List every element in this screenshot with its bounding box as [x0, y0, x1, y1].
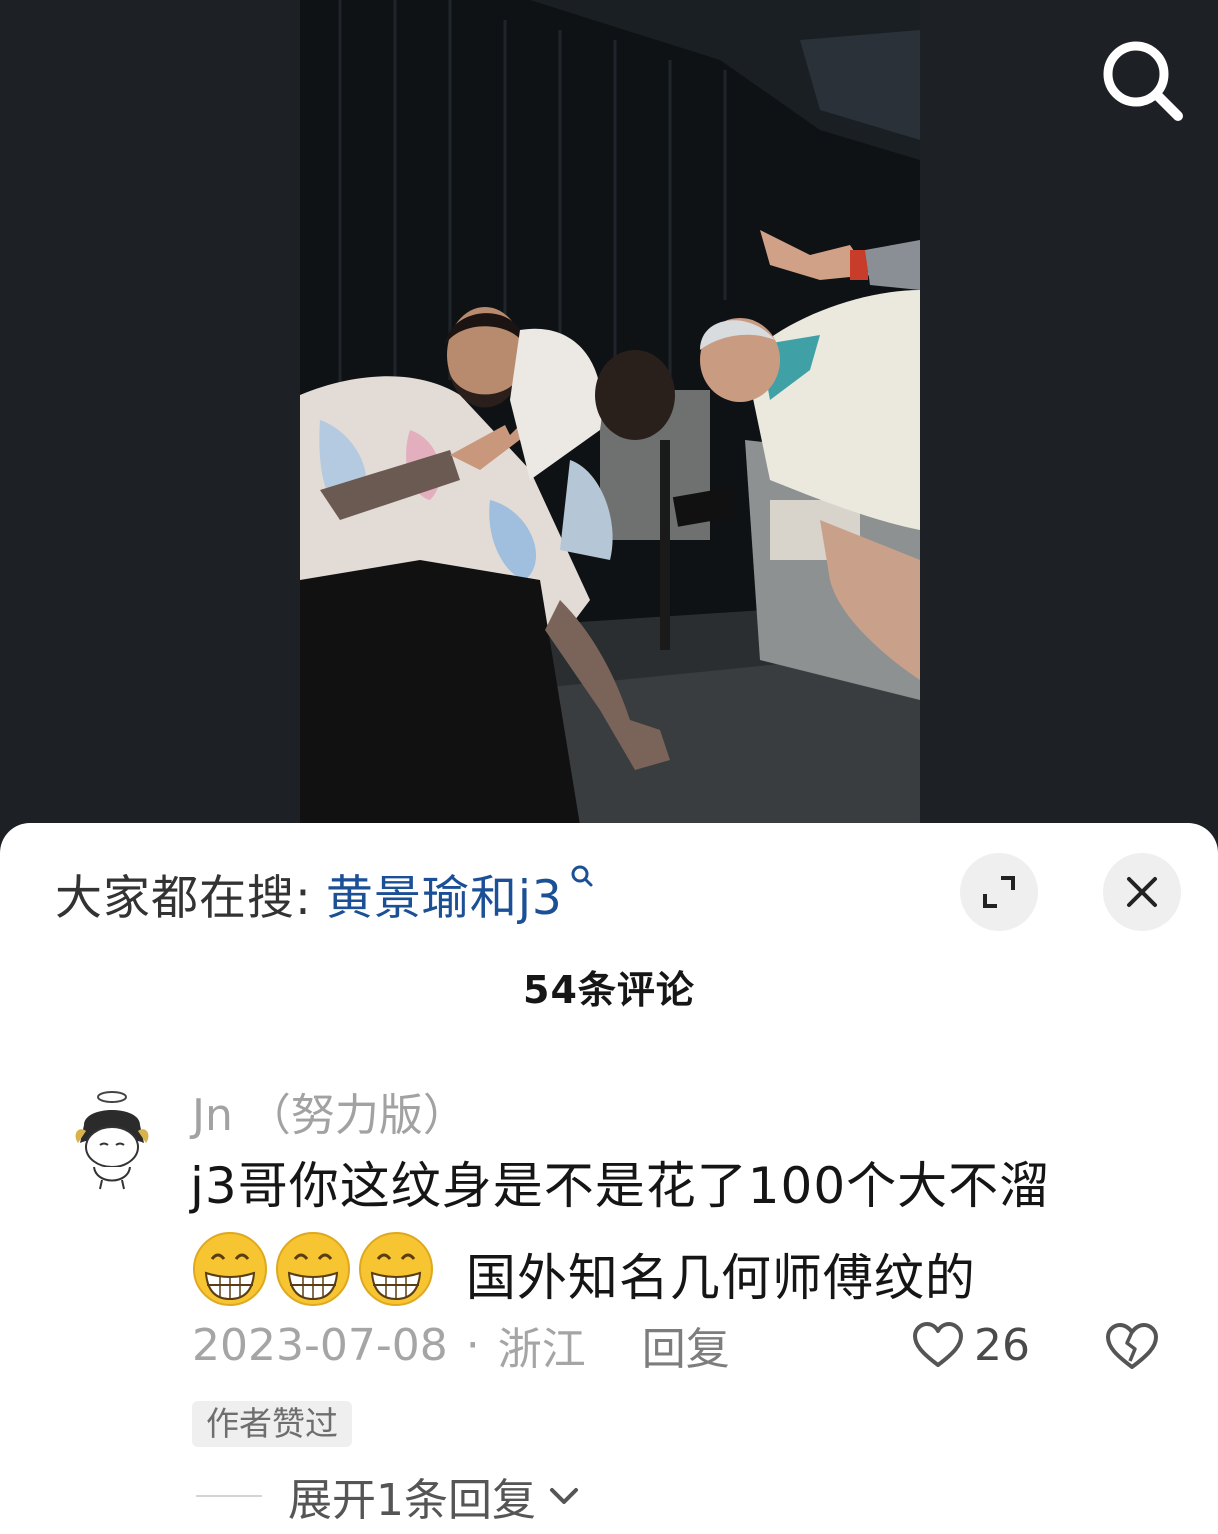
dislike-button[interactable]: [1104, 1321, 1160, 1373]
comment-text-line-1: j3哥你这纹身是不是花了100个大不溜: [190, 1157, 1051, 1215]
grinning-face-emoji: [359, 1232, 433, 1306]
app-screen: 大家都在搜: 黄景瑜和j3 54条评论 Jn （努力版） j3哥你这纹身是不是花…: [0, 0, 1218, 1534]
expand-button[interactable]: [960, 853, 1038, 931]
search-icon: [1103, 41, 1183, 121]
search-button[interactable]: [1098, 36, 1188, 126]
broken-heart-icon: [1106, 1323, 1158, 1369]
heart-outline-icon: [913, 1322, 963, 1367]
expand-replies-button[interactable]: 展开1条回复: [196, 1468, 582, 1526]
expand-replies-label: 展开1条回复: [288, 1475, 536, 1526]
close-button[interactable]: [1103, 853, 1181, 931]
like-button[interactable]: 26: [912, 1317, 1030, 1373]
like-count: 26: [974, 1319, 1030, 1371]
grinning-face-emoji: [276, 1232, 350, 1306]
trending-label: 大家都在搜:: [55, 870, 312, 926]
comment-location: 浙江: [497, 1324, 586, 1375]
comments-sheet: 大家都在搜: 黄景瑜和j3 54条评论 Jn （努力版） j3哥你这纹身是不是花…: [0, 823, 1218, 1534]
video-area[interactable]: [0, 0, 1218, 860]
comment-meta: 2023-07-08 · 浙江 回复: [192, 1317, 730, 1376]
comment-text-line-2: 国外知名几何师傅纹的: [190, 1229, 1150, 1321]
divider-line: [196, 1495, 262, 1497]
expand-icon: [983, 876, 1015, 908]
comment-username[interactable]: Jn （努力版）: [192, 1079, 467, 1143]
meta-separator: ·: [465, 1319, 480, 1371]
trending-query-link[interactable]: 黄景瑜和j3: [326, 859, 595, 928]
post-photo: [300, 0, 920, 825]
search-small-icon: [571, 865, 593, 886]
trending-query-text: 黄景瑜和j3: [325, 870, 563, 926]
comment-text-line-2-text: 国外知名几何师傅纹的: [465, 1249, 976, 1307]
grinning-face-emoji: [193, 1232, 267, 1306]
comment-body: j3哥你这纹身是不是花了100个大不溜 国外知名几何师傅纹的: [190, 1143, 1150, 1321]
chevron-down-icon: [550, 1488, 578, 1504]
comment-date: 2023-07-08: [192, 1319, 448, 1371]
comment-count-title: 54条评论: [523, 968, 695, 1012]
trending-search-bar: 大家都在搜: 黄景瑜和j3: [55, 863, 595, 926]
user-avatar[interactable]: [72, 1085, 152, 1195]
author-liked-badge: 作者赞过: [192, 1401, 352, 1447]
close-icon: [1127, 877, 1157, 907]
reply-button[interactable]: 回复: [642, 1313, 730, 1377]
